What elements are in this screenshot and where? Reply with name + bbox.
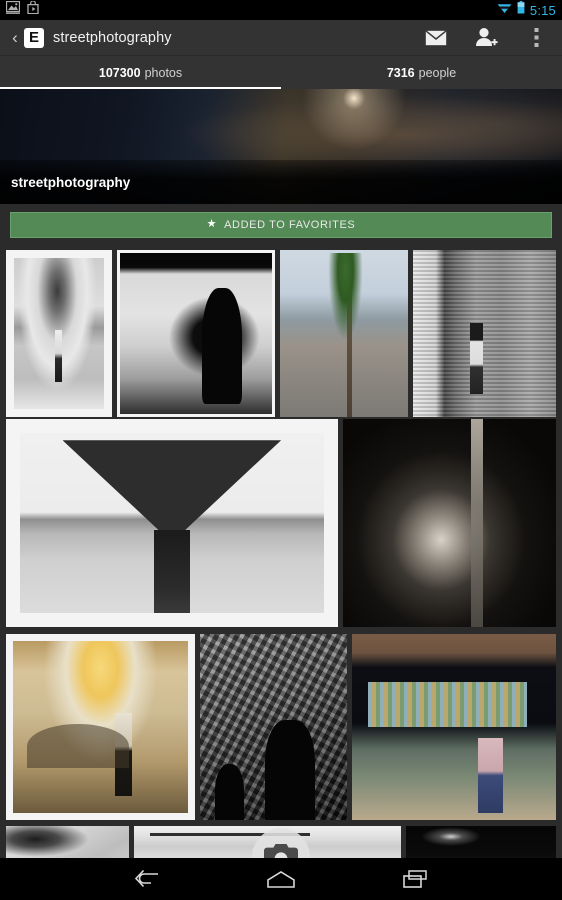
photo-palm-bw[interactable]: [6, 250, 113, 417]
photo-balloons-shop[interactable]: [6, 634, 196, 820]
star-icon: ★: [206, 218, 218, 230]
action-bar-actions: [424, 26, 554, 50]
message-icon[interactable]: [424, 26, 448, 50]
overflow-menu-icon[interactable]: [524, 26, 548, 50]
photo-boy-shutter[interactable]: [413, 250, 556, 417]
tab-people-count: 7316: [386, 65, 415, 80]
tab-people[interactable]: 7316 people: [281, 56, 562, 89]
photo-hat-shadows[interactable]: [200, 634, 347, 820]
page-title: streetphotography: [53, 29, 172, 46]
add-person-icon[interactable]: [474, 26, 498, 50]
status-bar: 5:15: [0, 0, 562, 20]
photo-window-portrait[interactable]: [342, 419, 556, 627]
status-bar-clock: 5:15: [529, 2, 556, 18]
photo-bridge-reflection-image: [20, 433, 324, 613]
photo-reader-wall[interactable]: [117, 250, 276, 417]
photo-antiquariat-image: [351, 634, 556, 820]
photo-grid-row: [0, 634, 562, 820]
added-to-favorites-button[interactable]: ★ ADDED TO FAVORITES: [10, 211, 552, 238]
battery-icon: [517, 1, 525, 19]
back-chevron-icon[interactable]: ‹: [8, 29, 22, 46]
photo-grid-row: [0, 419, 562, 627]
app-root: 5:15 ‹ E streetphotography 107300 photos…: [0, 0, 562, 900]
tab-photos-label: photos: [144, 65, 183, 80]
status-bar-right: 5:15: [497, 1, 556, 19]
added-to-favorites-label: ADDED TO FAVORITES: [224, 218, 356, 231]
photo-palm-bw-image: [14, 258, 105, 409]
back-arrow-icon: [134, 870, 158, 888]
photo-palm-street[interactable]: [280, 250, 409, 417]
play-store-bag-icon: [27, 0, 39, 19]
nav-home-button[interactable]: [257, 858, 305, 900]
action-bar: ‹ E streetphotography: [0, 20, 562, 56]
recents-icon: [403, 870, 427, 888]
photo-hat-shadows-image: [200, 634, 347, 820]
photo-antiquariat[interactable]: [351, 634, 556, 820]
photo-balloons-shop-image: [13, 641, 189, 813]
photo-grid: [0, 245, 562, 870]
tab-photos[interactable]: 107300 photos: [0, 56, 281, 89]
tab-people-label: people: [418, 65, 457, 80]
tab-photos-count: 107300: [98, 65, 141, 80]
favorites-button-container: ★ ADDED TO FAVORITES: [0, 204, 562, 245]
photo-palm-street-image: [280, 250, 409, 417]
eyeem-logo-icon[interactable]: E: [24, 27, 44, 48]
photo-grid-row: [0, 250, 562, 417]
nav-recents-button[interactable]: [391, 858, 439, 900]
photo-bridge-reflection[interactable]: [6, 419, 338, 627]
gallery-icon: [5, 0, 21, 19]
album-cover-banner[interactable]: streetphotography: [0, 89, 562, 204]
nav-back-button[interactable]: [123, 858, 171, 900]
tab-bar: 107300 photos 7316 people: [0, 56, 562, 89]
banner-title: streetphotography: [11, 174, 131, 190]
system-nav-bar: [0, 858, 562, 900]
photo-window-portrait-image: [342, 419, 556, 627]
photo-reader-wall-image: [120, 253, 273, 414]
status-bar-left-icons: [5, 0, 39, 19]
home-icon: [267, 870, 295, 888]
banner-title-overlay: streetphotography: [0, 160, 562, 204]
photo-boy-shutter-image: [413, 250, 556, 417]
wifi-icon: [497, 1, 512, 19]
